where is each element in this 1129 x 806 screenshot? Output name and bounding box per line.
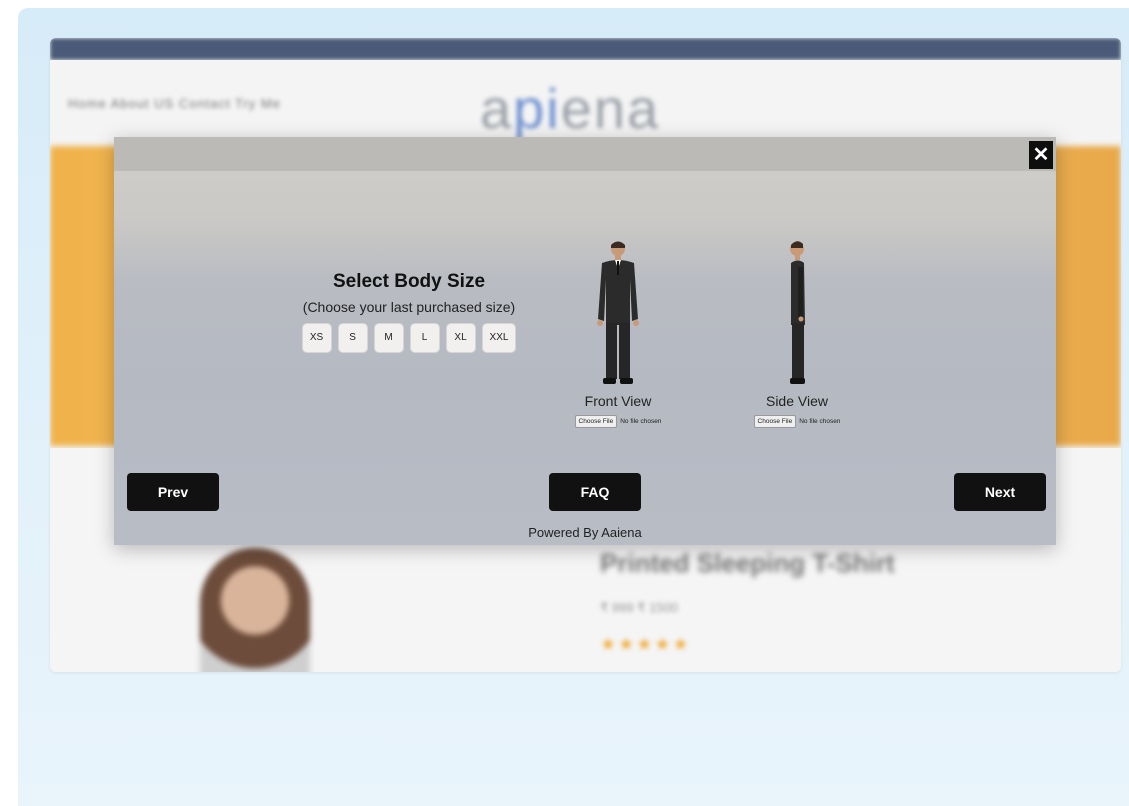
product-rating: ★★★★★ xyxy=(600,634,691,654)
model-image xyxy=(200,548,310,672)
size-button-xxl[interactable]: XXL xyxy=(481,323,517,353)
powered-by-text: Powered By Aaiena xyxy=(528,525,642,540)
logo-part-pi: pi xyxy=(513,77,561,140)
site-nav: Home About US Contact Try Me xyxy=(68,96,281,111)
size-button-s[interactable]: S xyxy=(337,323,368,353)
browser-top-bar xyxy=(50,38,1121,60)
front-view-upload: Front View Choose File No file chosen xyxy=(518,239,718,428)
faq-button[interactable]: FAQ xyxy=(549,473,641,511)
site-logo: apiena xyxy=(480,76,660,141)
product-price: ₹ 999 ₹ 1500 xyxy=(600,600,678,615)
side-choose-file-button[interactable]: Choose File xyxy=(753,415,797,428)
size-title: Select Body Size xyxy=(332,271,486,292)
front-view-label: Front View xyxy=(584,393,652,409)
front-file-status: No file chosen xyxy=(620,418,662,425)
size-options: XS S M L XL XXL xyxy=(284,323,534,353)
front-view-figure-icon xyxy=(597,241,639,384)
body-size-panel: Select Body Size (Choose your last purch… xyxy=(284,271,534,353)
product-title: Printed Sleeping T-Shirt xyxy=(600,548,895,578)
front-choose-file-button[interactable]: Choose File xyxy=(574,415,618,428)
prev-button[interactable]: Prev xyxy=(127,473,219,511)
next-button[interactable]: Next xyxy=(954,473,1046,511)
side-view-figure-icon xyxy=(790,241,805,384)
side-view-upload: Side View Choose File No file chosen xyxy=(702,239,892,428)
side-view-label: Side View xyxy=(765,393,828,409)
size-button-l[interactable]: L xyxy=(409,323,440,353)
size-modal: ✕ Select Body Size (Choose your last pur… xyxy=(114,137,1056,545)
size-button-m[interactable]: M xyxy=(373,323,404,353)
side-file-status: No file chosen xyxy=(799,418,841,425)
close-button[interactable]: ✕ xyxy=(1029,141,1053,169)
logo-part-ena: ena xyxy=(560,77,661,140)
front-file-input: Choose File No file chosen xyxy=(518,415,718,428)
logo-part-a: a xyxy=(480,77,514,140)
size-subtitle: (Choose your last purchased size) xyxy=(302,299,516,315)
modal-top-band xyxy=(114,137,1056,171)
size-button-xs[interactable]: XS xyxy=(301,323,332,353)
size-button-xl[interactable]: XL xyxy=(445,323,476,353)
side-file-input: Choose File No file chosen xyxy=(702,415,892,428)
